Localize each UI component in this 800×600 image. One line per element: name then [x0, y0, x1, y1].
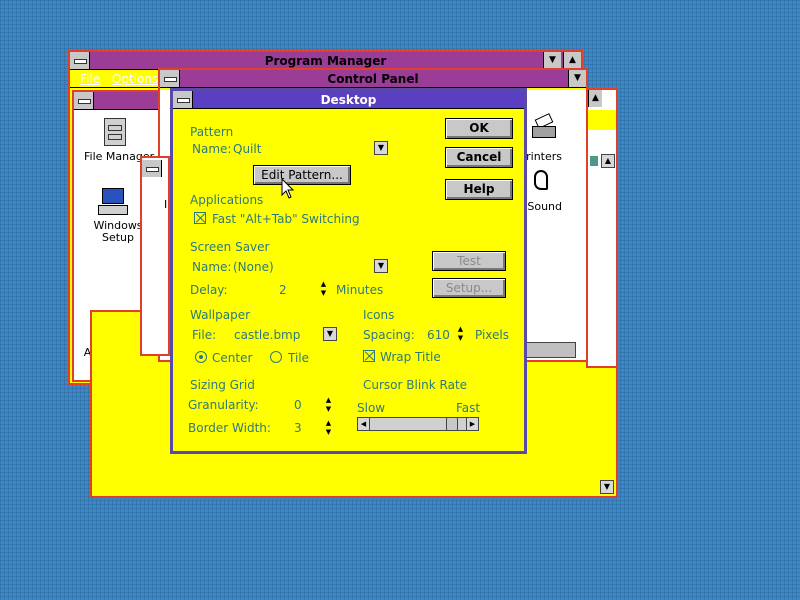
cursor-blink-thumb[interactable]: [445, 418, 458, 430]
mouse-cursor-icon: [281, 178, 295, 199]
delay-spinner[interactable]: ▲ ▼: [318, 280, 329, 300]
system-menu-icon[interactable]: [173, 91, 193, 108]
cursor-blink-fast-label: Fast: [456, 401, 481, 415]
wrap-title-checkbox[interactable]: [363, 350, 375, 362]
file-manager-icon[interactable]: [104, 118, 126, 146]
cursor-blink-slow-label: Slow: [357, 401, 386, 415]
spacing-unit: Pixels: [475, 328, 510, 342]
border-width-value[interactable]: 3: [294, 421, 302, 435]
system-menu-icon[interactable]: [142, 160, 162, 177]
program-manager-title: Program Manager: [264, 54, 387, 68]
cancel-button[interactable]: Cancel: [445, 147, 513, 168]
spacing-value[interactable]: 610: [427, 328, 450, 342]
setup-button[interactable]: Setup...: [432, 278, 506, 298]
scroll-up-arrow[interactable]: ▲: [601, 154, 615, 168]
tile-radio[interactable]: [270, 351, 282, 363]
desktop-dialog-titlebar[interactable]: Desktop: [173, 91, 524, 109]
screen-saver-name-value[interactable]: (None): [233, 260, 274, 274]
teal-box: [590, 156, 598, 166]
wrap-title-label: Wrap Title: [380, 350, 441, 364]
control-panel-titlebar[interactable]: Control Panel ▼: [160, 70, 586, 88]
delay-unit: Minutes: [336, 283, 384, 297]
screen-saver-section-label: Screen Saver: [190, 240, 270, 254]
cursor-blink-section-label: Cursor Blink Rate: [363, 378, 468, 392]
desktop-dialog-title: Desktop: [320, 93, 377, 107]
printers-icon[interactable]: [532, 113, 558, 140]
wallpaper-section-label: Wallpaper: [190, 308, 251, 322]
pattern-dropdown-arrow[interactable]: ▼: [374, 141, 388, 155]
screen-saver-dropdown-arrow[interactable]: ▼: [374, 259, 388, 273]
system-menu-icon[interactable]: [74, 92, 94, 109]
control-panel-subwindow: [140, 156, 170, 356]
scroll-down-arrow[interactable]: ▼: [600, 480, 614, 494]
ok-button[interactable]: OK: [445, 118, 513, 139]
delay-value[interactable]: 2: [279, 283, 287, 297]
sound-icon[interactable]: [532, 170, 554, 194]
border-width-label: Border Width:: [188, 421, 271, 435]
wallpaper-file-label: File:: [192, 328, 217, 342]
desktop-dialog: Desktop Pattern Name: Quilt ▼ Edit Patte…: [170, 88, 527, 454]
sizing-grid-section-label: Sizing Grid: [190, 378, 255, 392]
maximize-button[interactable]: ▲: [588, 90, 602, 107]
wallpaper-file-value[interactable]: castle.bmp: [234, 328, 300, 342]
system-menu-icon[interactable]: [160, 70, 180, 87]
windows-setup-icon[interactable]: [98, 188, 130, 218]
pattern-section-label: Pattern: [190, 125, 234, 139]
granularity-spinner[interactable]: ▲ ▼: [323, 396, 334, 416]
applications-section-label: Applications: [190, 193, 264, 207]
fast-switch-label: Fast "Alt+Tab" Switching: [212, 212, 360, 226]
delay-label: Delay:: [190, 283, 228, 297]
menu-options[interactable]: Options: [112, 72, 158, 86]
border-width-spinner[interactable]: ▲ ▼: [323, 419, 334, 439]
cursor-blink-scrollbar[interactable]: ◀ ▶: [357, 417, 479, 431]
minimize-button[interactable]: ▼: [568, 70, 586, 87]
granularity-label: Granularity:: [188, 398, 259, 412]
menu-file[interactable]: File: [80, 72, 100, 86]
edit-pattern-button[interactable]: Edit Pattern...: [253, 165, 351, 185]
right-window: ▲ ▲: [586, 88, 618, 368]
sound-label: Sound: [527, 200, 562, 213]
center-label: Center: [212, 351, 253, 365]
scroll-right-arrow[interactable]: ▶: [466, 418, 478, 430]
tile-label: Tile: [288, 351, 310, 365]
system-menu-icon[interactable]: [70, 52, 90, 69]
icons-section-label: Icons: [363, 308, 395, 322]
fast-switch-checkbox[interactable]: [194, 212, 206, 224]
screen-saver-name-label: Name:: [192, 260, 232, 274]
test-button[interactable]: Test: [432, 251, 506, 271]
partial-label: I: [164, 198, 168, 211]
control-panel-title: Control Panel: [327, 72, 419, 86]
scroll-area: [588, 110, 616, 130]
granularity-value[interactable]: 0: [294, 398, 302, 412]
pattern-name-label: Name:: [192, 142, 232, 156]
spacing-label: Spacing:: [363, 328, 415, 342]
spacing-spinner[interactable]: ▲ ▼: [455, 325, 466, 345]
maximize-button[interactable]: ▲: [563, 52, 581, 69]
scroll-left-arrow[interactable]: ◀: [358, 418, 370, 430]
wallpaper-dropdown-arrow[interactable]: ▼: [323, 327, 337, 341]
center-radio[interactable]: [195, 351, 207, 363]
printers-label: Printers: [522, 150, 562, 163]
minimize-button[interactable]: ▼: [543, 52, 561, 69]
help-button[interactable]: Help: [445, 179, 513, 200]
pattern-name-value[interactable]: Quilt: [233, 142, 261, 156]
